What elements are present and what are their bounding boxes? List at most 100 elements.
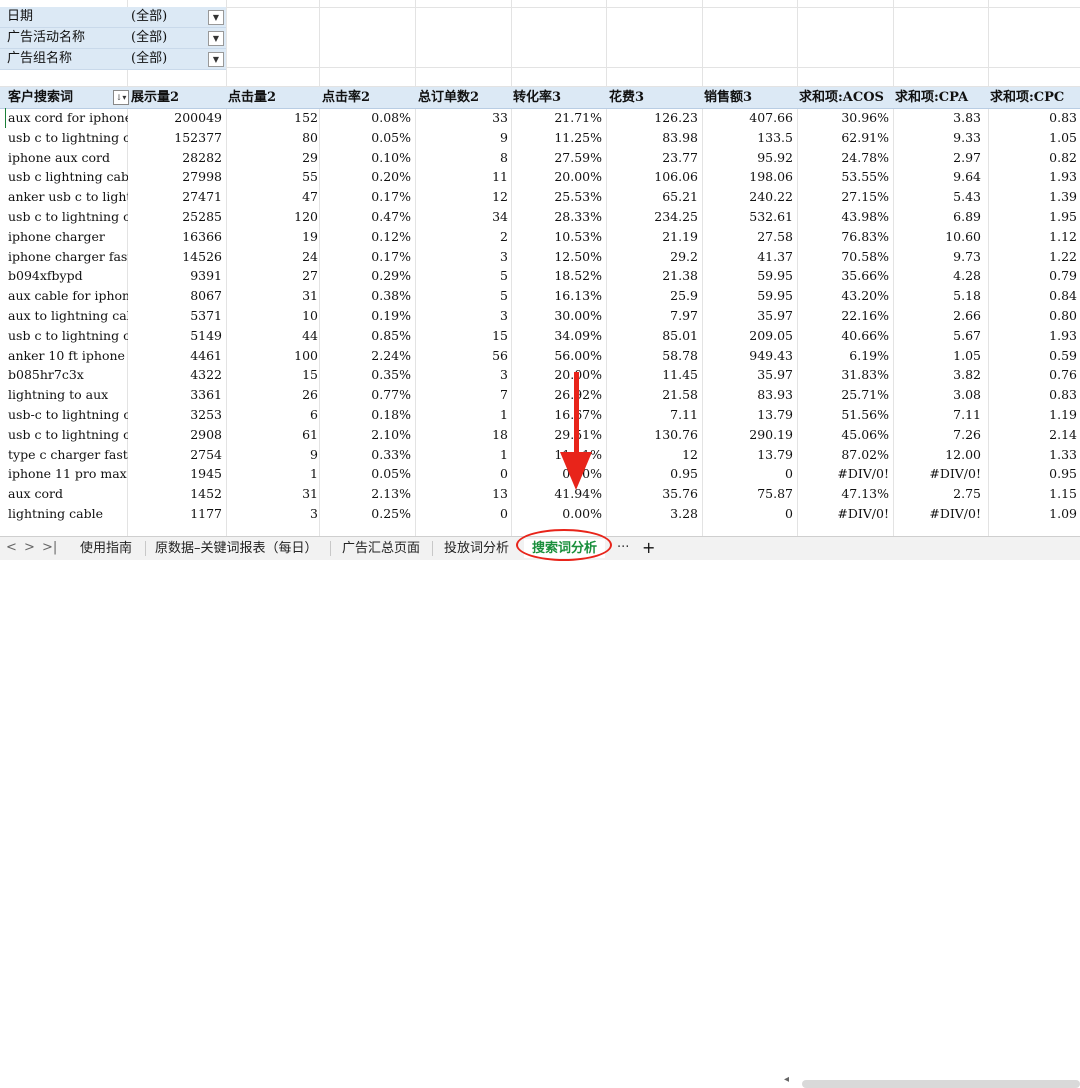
cell-orders[interactable]: 7 (415, 385, 508, 405)
cell-cpc[interactable]: 1.12 (988, 227, 1077, 247)
cell-spend[interactable]: 58.78 (606, 346, 698, 366)
cell-cpa[interactable]: 3.82 (893, 365, 981, 385)
cell-sales[interactable]: 35.97 (702, 306, 793, 326)
cell-impressions[interactable]: 4461 (128, 346, 222, 366)
cell-cpc[interactable]: 0.83 (988, 385, 1077, 405)
cell-cpc[interactable]: 0.76 (988, 365, 1077, 385)
cell-cpc[interactable]: 0.79 (988, 266, 1077, 286)
cell-ctr[interactable]: 0.35% (319, 365, 411, 385)
cell-acos[interactable]: 76.83% (797, 227, 889, 247)
cell-clicks[interactable]: 19 (226, 227, 318, 247)
cell-ctr[interactable]: 0.85% (319, 326, 411, 346)
cell-cpc[interactable]: 0.83 (988, 108, 1077, 128)
cell-search-term[interactable]: usb c to lightning cal (8, 207, 128, 227)
cell-impressions[interactable]: 28282 (128, 148, 222, 168)
cell-spend[interactable]: 21.58 (606, 385, 698, 405)
cell-clicks[interactable]: 31 (226, 286, 318, 306)
cell-cpa[interactable]: 9.64 (893, 167, 981, 187)
cell-sales[interactable]: 59.95 (702, 266, 793, 286)
cell-ctr[interactable]: 0.17% (319, 247, 411, 267)
cell-clicks[interactable]: 24 (226, 247, 318, 267)
cell-impressions[interactable]: 1452 (128, 484, 222, 504)
cell-clicks[interactable]: 26 (226, 385, 318, 405)
cell-cpa[interactable]: 7.26 (893, 425, 981, 445)
cell-search-term[interactable]: lightning cable (8, 504, 128, 524)
cell-cpa[interactable]: 5.18 (893, 286, 981, 306)
cell-search-term[interactable]: type c charger fast cl (8, 445, 128, 465)
cell-acos[interactable]: 45.06% (797, 425, 889, 445)
cell-impressions[interactable]: 200049 (128, 108, 222, 128)
cell-orders[interactable]: 3 (415, 247, 508, 267)
cell-clicks[interactable]: 31 (226, 484, 318, 504)
cell-clicks[interactable]: 9 (226, 445, 318, 465)
cell-search-term[interactable]: anker 10 ft iphone ch (8, 346, 128, 366)
cell-acos[interactable]: 43.20% (797, 286, 889, 306)
cell-acos[interactable]: 62.91% (797, 128, 889, 148)
cell-clicks[interactable]: 47 (226, 187, 318, 207)
cell-orders[interactable]: 33 (415, 108, 508, 128)
cell-search-term[interactable]: aux to lightning cabl (8, 306, 128, 326)
cell-search-term[interactable]: usb-c to lightning ca (8, 405, 128, 425)
cell-cvr[interactable]: 34.09% (511, 326, 602, 346)
cell-cvr[interactable]: 29.51% (511, 425, 602, 445)
cell-sales[interactable]: 27.58 (702, 227, 793, 247)
next-sheet-icon[interactable]: > (24, 540, 35, 555)
tab-raw-keyword-report[interactable]: 原数据–关键词报表（每日） (147, 539, 326, 558)
cell-search-term[interactable]: iphone charger fast c (8, 247, 128, 267)
cell-ctr[interactable]: 0.25% (319, 504, 411, 524)
cell-ctr[interactable]: 0.05% (319, 464, 411, 484)
cell-ctr[interactable]: 0.33% (319, 445, 411, 465)
cell-acos[interactable]: 43.98% (797, 207, 889, 227)
cell-ctr[interactable]: 0.38% (319, 286, 411, 306)
cell-orders[interactable]: 34 (415, 207, 508, 227)
col-header-acos[interactable]: 求和项:ACOS (799, 87, 893, 108)
cell-impressions[interactable]: 152377 (128, 128, 222, 148)
cell-cpc[interactable]: 1.95 (988, 207, 1077, 227)
cell-acos[interactable]: 24.78% (797, 148, 889, 168)
cell-sales[interactable]: 532.61 (702, 207, 793, 227)
cell-orders[interactable]: 11 (415, 167, 508, 187)
cell-orders[interactable]: 0 (415, 464, 508, 484)
cell-orders[interactable]: 2 (415, 227, 508, 247)
cell-acos[interactable]: 31.83% (797, 365, 889, 385)
cell-search-term[interactable]: iphone charger (8, 227, 128, 247)
cell-ctr[interactable]: 0.47% (319, 207, 411, 227)
scroll-left-icon[interactable]: ◂ (784, 1074, 789, 1085)
cell-orders[interactable]: 9 (415, 128, 508, 148)
cell-cpa[interactable]: #DIV/0! (893, 504, 981, 524)
cell-sales[interactable]: 198.06 (702, 167, 793, 187)
cell-spend[interactable]: 65.21 (606, 187, 698, 207)
cell-orders[interactable]: 13 (415, 484, 508, 504)
cell-ctr[interactable]: 0.05% (319, 128, 411, 148)
cell-spend[interactable]: 29.2 (606, 247, 698, 267)
cell-impressions[interactable]: 14526 (128, 247, 222, 267)
cell-search-term[interactable]: usb c to lightning cal (8, 425, 128, 445)
cell-impressions[interactable]: 16366 (128, 227, 222, 247)
cell-acos[interactable]: 35.66% (797, 266, 889, 286)
cell-impressions[interactable]: 9391 (128, 266, 222, 286)
cell-clicks[interactable]: 3 (226, 504, 318, 524)
cell-clicks[interactable]: 10 (226, 306, 318, 326)
cell-acos[interactable]: 27.15% (797, 187, 889, 207)
cell-sales[interactable]: 290.19 (702, 425, 793, 445)
cell-orders[interactable]: 18 (415, 425, 508, 445)
cell-sales[interactable]: 0 (702, 464, 793, 484)
cell-spend[interactable]: 23.77 (606, 148, 698, 168)
cell-cpc[interactable]: 1.93 (988, 167, 1077, 187)
cell-cpc[interactable]: 0.80 (988, 306, 1077, 326)
cell-cpc[interactable]: 1.22 (988, 247, 1077, 267)
dropdown-arrow-icon[interactable]: ▼ (208, 10, 224, 25)
cell-cpc[interactable]: 0.59 (988, 346, 1077, 366)
cell-ctr[interactable]: 0.77% (319, 385, 411, 405)
cell-search-term[interactable]: b085hr7c3x (8, 365, 128, 385)
cell-cvr[interactable]: 26.92% (511, 385, 602, 405)
cell-cvr[interactable]: 11.25% (511, 128, 602, 148)
col-header-orders[interactable]: 总订单数2 (418, 87, 510, 108)
cell-spend[interactable]: 11.45 (606, 365, 698, 385)
cell-orders[interactable]: 5 (415, 266, 508, 286)
cell-search-term[interactable]: aux cord for iphone (8, 108, 128, 128)
cell-sales[interactable]: 59.95 (702, 286, 793, 306)
cell-search-term[interactable]: usb c to lightning cal (8, 128, 128, 148)
cell-acos[interactable]: 22.16% (797, 306, 889, 326)
dropdown-arrow-icon[interactable]: ▼ (208, 52, 224, 67)
